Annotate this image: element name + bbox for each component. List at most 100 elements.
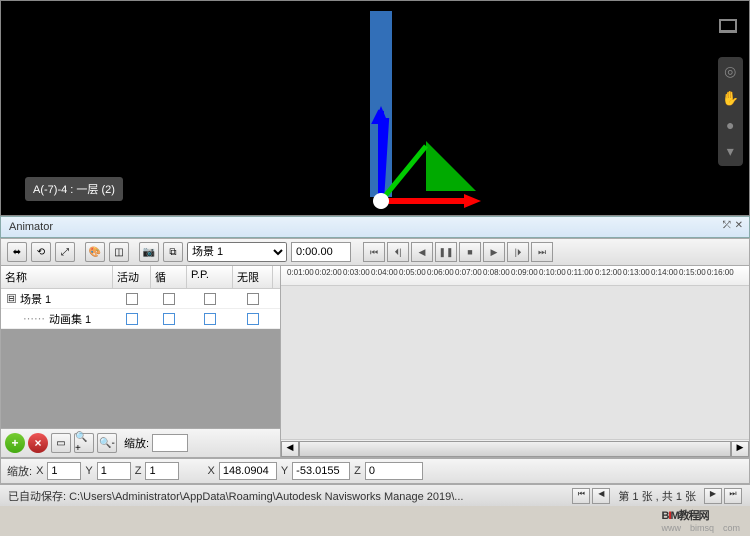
animator-body: 名称 活动 循 P.P. 无限 ⊟ 场景 1 ⋯⋯ 动画集 1 + × ▭ 🔍+ … bbox=[0, 266, 750, 458]
pos-z-input[interactable] bbox=[365, 462, 423, 480]
checkbox[interactable] bbox=[247, 293, 259, 305]
panel-title: Animator bbox=[1, 217, 749, 237]
timeline-scrollbar: ◀ ▶ bbox=[281, 439, 749, 457]
animator-toolbar: ⬌ ⟲ ⤢ 🎨 ◫ 📷 ⧉ 场景 1 ⏮ ⏴| ◀ ❚❚ ■ ▶ |⏵ ⏭ bbox=[0, 238, 750, 266]
row-name[interactable]: ⊟ 场景 1 bbox=[1, 291, 113, 307]
col-pp[interactable]: P.P. bbox=[187, 266, 233, 288]
ruler-tick: 0:04:00 bbox=[371, 268, 398, 277]
step-back-button[interactable]: ⏴| bbox=[387, 242, 409, 262]
ruler-tick: 0:16:00 bbox=[707, 268, 734, 277]
orbit-icon[interactable]: ● bbox=[726, 117, 734, 133]
row-name[interactable]: ⋯⋯ 动画集 1 bbox=[1, 311, 113, 327]
scroll-right-button[interactable]: ▶ bbox=[731, 441, 749, 457]
col-infinite[interactable]: 无限 bbox=[233, 266, 273, 288]
zoom-in-button[interactable]: 🔍+ bbox=[74, 433, 94, 453]
timeline-ruler[interactable]: 0:01:000:02:000:03:000:04:000:05:000:06:… bbox=[281, 266, 749, 286]
stop-button[interactable]: ■ bbox=[459, 242, 481, 262]
animator-panel: Animator ⤱ ✕ bbox=[0, 216, 750, 238]
scale-label: 缩放: bbox=[7, 463, 32, 479]
col-name[interactable]: 名称 bbox=[1, 266, 113, 288]
scale-y-input[interactable] bbox=[97, 462, 131, 480]
table-row[interactable]: ⋯⋯ 动画集 1 bbox=[1, 309, 280, 329]
ruler-tick: 0:06:00 bbox=[427, 268, 454, 277]
tree-footer: + × ▭ 🔍+ 🔍- 缩放: bbox=[1, 428, 280, 457]
py-label: Y bbox=[281, 465, 288, 477]
pos-x-input[interactable] bbox=[219, 462, 277, 480]
sx-label: X bbox=[36, 465, 43, 477]
sz-label: Z bbox=[135, 465, 142, 477]
ruler-tick: 0:14:00 bbox=[651, 268, 678, 277]
nav-toolbar: ◎ ✋ ● ▾ bbox=[718, 57, 743, 166]
expand-button[interactable]: ▭ bbox=[51, 433, 71, 453]
play-button[interactable]: ▶ bbox=[483, 242, 505, 262]
time-input[interactable] bbox=[291, 242, 351, 262]
col-active[interactable]: 活动 bbox=[113, 266, 151, 288]
scale-z-input[interactable] bbox=[145, 462, 179, 480]
zoom-label: 缩放: bbox=[124, 435, 149, 451]
checkbox[interactable] bbox=[204, 313, 216, 325]
scroll-thumb[interactable] bbox=[300, 442, 730, 456]
coord-bar: 缩放: X Y Z X Y Z bbox=[0, 458, 750, 484]
ruler-tick: 0:13:00 bbox=[623, 268, 650, 277]
col-loop[interactable]: 循 bbox=[151, 266, 187, 288]
sheet-first-button[interactable]: ⏮ bbox=[572, 488, 590, 504]
checkbox[interactable] bbox=[204, 293, 216, 305]
ruler-tick: 0:08:00 bbox=[483, 268, 510, 277]
snap-button[interactable]: ⧉ bbox=[163, 242, 183, 262]
status-bar: 已自动保存: C:\Users\Administrator\AppData\Ro… bbox=[0, 484, 750, 506]
pause-button[interactable]: ❚❚ bbox=[435, 242, 457, 262]
sheet-prev-button[interactable]: ◀ bbox=[592, 488, 610, 504]
zoom-input[interactable] bbox=[152, 434, 188, 452]
pan-icon[interactable]: ✋ bbox=[722, 90, 739, 107]
target-icon[interactable]: ◎ bbox=[724, 63, 736, 80]
element-tooltip: A(-7)-4 : 一层 (2) bbox=[25, 177, 123, 201]
ruler-tick: 0:10:00 bbox=[539, 268, 566, 277]
checkbox[interactable] bbox=[247, 313, 259, 325]
transparency-button[interactable]: ◫ bbox=[109, 242, 129, 262]
px-label: X bbox=[207, 465, 214, 477]
add-button[interactable]: + bbox=[5, 433, 25, 453]
table-row[interactable]: ⊟ 场景 1 bbox=[1, 289, 280, 309]
ruler-tick: 0:02:00 bbox=[315, 268, 342, 277]
pos-y-input[interactable] bbox=[292, 462, 350, 480]
capture-button[interactable]: 📷 bbox=[139, 242, 159, 262]
more-icon[interactable]: ▾ bbox=[727, 143, 734, 160]
monitor-icon bbox=[719, 19, 737, 33]
viewport-3d[interactable]: A(-7)-4 : 一层 (2) ◎ ✋ ● ▾ bbox=[0, 0, 750, 216]
ruler-tick: 0:03:00 bbox=[343, 268, 370, 277]
ruler-tick: 0:05:00 bbox=[399, 268, 426, 277]
translate-button[interactable]: ⬌ bbox=[7, 242, 27, 262]
autosave-text: 已自动保存: C:\Users\Administrator\AppData\Ro… bbox=[8, 488, 463, 504]
rotate-button[interactable]: ⟲ bbox=[31, 242, 51, 262]
scroll-track[interactable] bbox=[299, 441, 731, 457]
color-button[interactable]: 🎨 bbox=[85, 242, 105, 262]
step-fwd-button[interactable]: |⏵ bbox=[507, 242, 529, 262]
ruler-tick: 0:15:00 bbox=[679, 268, 706, 277]
checkbox[interactable] bbox=[126, 293, 138, 305]
checkbox[interactable] bbox=[163, 293, 175, 305]
scroll-left-button[interactable]: ◀ bbox=[281, 441, 299, 457]
sy-label: Y bbox=[85, 465, 92, 477]
scene-select[interactable]: 场景 1 bbox=[187, 242, 287, 262]
ruler-tick: 0:07:00 bbox=[455, 268, 482, 277]
tree-rows: ⊟ 场景 1 ⋯⋯ 动画集 1 bbox=[1, 289, 280, 428]
timeline-body[interactable] bbox=[281, 286, 749, 439]
pin-icon[interactable]: ⤱ bbox=[723, 220, 731, 231]
close-icon[interactable]: ✕ bbox=[735, 220, 743, 231]
scale-x-input[interactable] bbox=[47, 462, 81, 480]
play-back-button[interactable]: ◀ bbox=[411, 242, 433, 262]
rewind-button[interactable]: ⏮ bbox=[363, 242, 385, 262]
ruler-tick: 0:11:00 bbox=[567, 268, 593, 277]
zoom-out-button[interactable]: 🔍- bbox=[97, 433, 117, 453]
ruler-tick: 0:12:00 bbox=[595, 268, 622, 277]
axis-gizmo bbox=[366, 11, 506, 211]
timeline-panel: 0:01:000:02:000:03:000:04:000:05:000:06:… bbox=[281, 266, 749, 457]
tree-panel: 名称 活动 循 P.P. 无限 ⊟ 场景 1 ⋯⋯ 动画集 1 + × ▭ 🔍+ … bbox=[1, 266, 281, 457]
delete-button[interactable]: × bbox=[28, 433, 48, 453]
ruler-tick: 0:09:00 bbox=[511, 268, 538, 277]
checkbox[interactable] bbox=[126, 313, 138, 325]
scale-button[interactable]: ⤢ bbox=[55, 242, 75, 262]
checkbox[interactable] bbox=[163, 313, 175, 325]
fast-fwd-button[interactable]: ⏭ bbox=[531, 242, 553, 262]
tree-header: 名称 活动 循 P.P. 无限 bbox=[1, 266, 280, 289]
